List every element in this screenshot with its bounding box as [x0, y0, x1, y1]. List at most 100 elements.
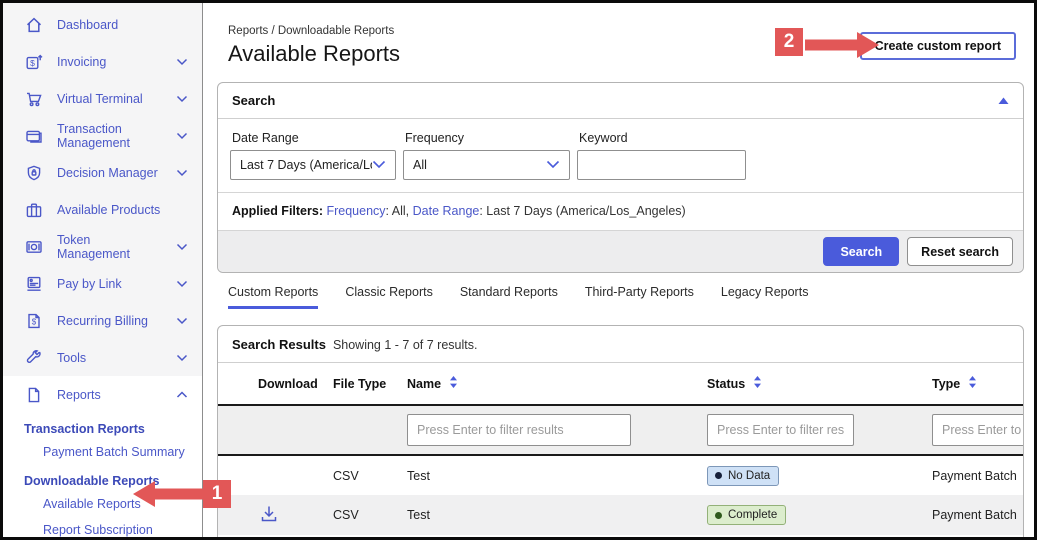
sidebar-link-report-subscription-management[interactable]: Report Subscription Management [3, 517, 202, 537]
sidebar-item-virtual-terminal[interactable]: Virtual Terminal [3, 80, 202, 117]
sidebar-item-pay-by-link[interactable]: Pay by Link [3, 265, 202, 302]
status-dot-icon [715, 512, 722, 519]
type-cell: Payment Batch [932, 455, 1023, 495]
table-row: CSV Test No Data Payment Batch [218, 455, 1023, 495]
table-header-row: Download File Type Name Status Type [218, 363, 1023, 405]
date-range-select[interactable]: Last 7 Days (America/Los_A [230, 150, 396, 180]
search-button[interactable]: Search [823, 237, 899, 266]
sidebar-item-recurring-billing[interactable]: $ Recurring Billing [3, 302, 202, 339]
shield-icon [23, 162, 44, 183]
briefcase-icon [23, 199, 44, 220]
sidebar-item-dashboard[interactable]: Dashboard [3, 6, 202, 43]
sidebar-item-label: Dashboard [57, 18, 188, 32]
create-custom-report-button[interactable]: Create custom report [860, 32, 1016, 60]
sort-icon[interactable] [449, 375, 458, 392]
sidebar-item-label: Pay by Link [57, 277, 163, 291]
name-filter-input[interactable] [407, 414, 631, 446]
tab-third-party-reports[interactable]: Third-Party Reports [585, 285, 694, 309]
chevron-down-icon [176, 169, 188, 177]
status-dot-icon [715, 472, 722, 479]
chevron-down-icon [176, 354, 188, 362]
sidebar-item-available-products[interactable]: Available Products [3, 191, 202, 228]
date-range-label: Date Range [232, 131, 396, 145]
annotation-1-arrow-icon [133, 481, 205, 507]
tab-standard-reports[interactable]: Standard Reports [460, 285, 558, 309]
paylink-icon [23, 273, 44, 294]
sidebar-item-label: Recurring Billing [57, 314, 163, 328]
type-filter-input[interactable] [932, 414, 1023, 446]
svg-text:$: $ [30, 57, 35, 67]
tools-icon [23, 347, 44, 368]
results-table-container: Download File Type Name Status Type [218, 363, 1023, 535]
sort-icon[interactable] [968, 375, 977, 392]
chevron-down-icon [176, 243, 188, 251]
token-icon [23, 236, 44, 257]
annotation-2-arrow-icon [805, 32, 879, 58]
status-badge: Complete [707, 505, 786, 525]
sidebar-item-invoicing[interactable]: $ Invoicing [3, 43, 202, 80]
file-type-cell: CSV [333, 455, 407, 495]
sidebar-item-label: Available Products [57, 203, 188, 217]
applied-filter-value: : Last 7 Days (America/Los_Angeles) [479, 204, 685, 218]
sidebar-item-label: Decision Manager [57, 166, 163, 180]
keyword-label: Keyword [579, 131, 746, 145]
keyword-field: Keyword [577, 131, 746, 180]
frequency-label: Frequency [405, 131, 570, 145]
main-content: Reports / Downloadable Reports Available… [203, 3, 1034, 537]
collapse-icon[interactable] [998, 92, 1009, 110]
sidebar-reports-section: Reports Transaction Reports Payment Batc… [3, 376, 202, 537]
sidebar-item-token-management[interactable]: Token Management [3, 228, 202, 265]
sidebar-item-reports[interactable]: Reports [3, 376, 202, 413]
chevron-down-icon [176, 132, 188, 140]
filter-row [218, 405, 1023, 455]
file-type-cell: CSV [333, 495, 407, 535]
tab-custom-reports[interactable]: Custom Reports [228, 285, 318, 309]
sidebar-item-label: Token Management [57, 233, 163, 261]
annotation-2-box: 2 [775, 28, 803, 56]
status-badge: No Data [707, 466, 779, 486]
sidebar-item-tools[interactable]: Tools [3, 339, 202, 376]
column-status: Status [707, 363, 932, 405]
type-cell: Payment Batch [932, 495, 1023, 535]
frequency-field: Frequency All [403, 131, 570, 180]
chevron-up-icon [176, 391, 188, 399]
chevron-down-icon [176, 280, 188, 288]
applied-filter-name: Frequency [326, 204, 385, 218]
search-results-header: Search ResultsShowing 1 - 7 of 7 results… [218, 326, 1023, 363]
download-icon[interactable] [258, 514, 280, 528]
sidebar-heading-transaction-reports: Transaction Reports [3, 413, 202, 439]
search-panel-footer: Search Reset search [218, 230, 1023, 272]
invoice-icon: $ [23, 51, 44, 72]
annotation-1-box: 1 [203, 480, 231, 508]
sidebar-link-payment-batch-summary[interactable]: Payment Batch Summary [3, 439, 202, 465]
search-panel: Search Date Range Last 7 Days (America/L… [217, 82, 1024, 273]
frequency-select[interactable]: All [403, 150, 570, 180]
search-results-title: Search Results [232, 337, 326, 352]
sidebar-item-decision-manager[interactable]: Decision Manager [3, 154, 202, 191]
sidebar-item-label: Virtual Terminal [57, 92, 163, 106]
status-filter-input[interactable] [707, 414, 854, 446]
applied-filter-name: Date Range [413, 204, 480, 218]
column-file-type: File Type [333, 363, 407, 405]
home-icon [23, 14, 44, 35]
report-tabs: Custom Reports Classic Reports Standard … [228, 285, 1024, 309]
sidebar-item-label: Transaction Management [57, 122, 163, 150]
sidebar-item-label: Invoicing [57, 55, 163, 69]
tab-classic-reports[interactable]: Classic Reports [345, 285, 433, 309]
name-cell: Test [407, 455, 707, 495]
tab-legacy-reports[interactable]: Legacy Reports [721, 285, 809, 309]
results-table: Download File Type Name Status Type [218, 363, 1023, 535]
svg-text:$: $ [31, 317, 36, 326]
keyword-input[interactable] [577, 150, 746, 180]
table-row: CSV Test Complete Payment Batch [218, 495, 1023, 535]
search-panel-header: Search [218, 83, 1023, 119]
applied-filters-label: Applied Filters: [232, 204, 323, 218]
chevron-down-icon [176, 58, 188, 66]
sort-icon[interactable] [753, 375, 762, 392]
cart-icon [23, 88, 44, 109]
reset-search-button[interactable]: Reset search [907, 237, 1013, 266]
sidebar-item-transaction-management[interactable]: Transaction Management [3, 117, 202, 154]
search-panel-title: Search [232, 93, 275, 108]
sidebar-item-label: Reports [57, 388, 163, 402]
column-name: Name [407, 363, 707, 405]
